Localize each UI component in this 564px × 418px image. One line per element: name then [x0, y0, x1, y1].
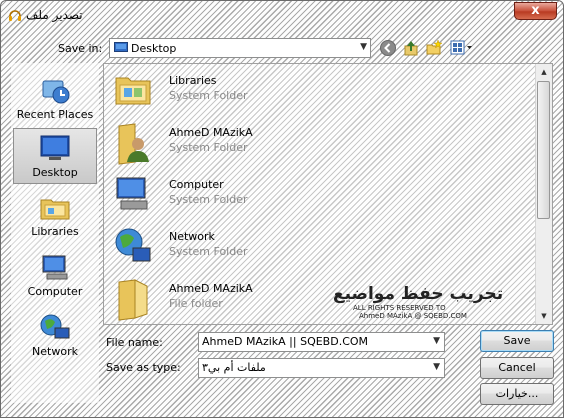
item-name: Libraries [169, 74, 217, 87]
place-label: Desktop [32, 166, 78, 179]
watermark: تجريب حفظ مواضيع ALL RIGHTS RESERVED TO … [333, 284, 508, 324]
chevron-down-icon: ▼ [433, 362, 440, 372]
file-name-combo[interactable]: ▼ [198, 332, 445, 352]
list-item[interactable]: Computer System Folder [110, 172, 530, 222]
chevron-down-icon[interactable]: ▼ [433, 336, 440, 346]
watermark-rights: ALL RIGHTS RESERVED TO [353, 304, 446, 312]
item-type: System Folder [169, 245, 248, 258]
title-bar: تصدير ملف x [1, 1, 563, 29]
item-name: Computer [169, 178, 224, 191]
desktop-icon [40, 135, 70, 160]
libraries-icon [40, 199, 70, 220]
item-type: System Folder [169, 89, 248, 102]
list-item[interactable]: Libraries System Folder [110, 68, 530, 118]
save-in-value: Desktop [131, 42, 177, 55]
recent-places-icon [42, 80, 70, 104]
desktop-icon [114, 42, 128, 52]
place-recent-places[interactable]: Recent Places [13, 71, 97, 127]
place-label: Recent Places [16, 108, 94, 121]
watermark-author: AhmeD MAzikA @ SQEBD.COM [359, 312, 467, 320]
save-as-type-label: Save as type: [106, 361, 181, 374]
item-type: File folder [169, 297, 223, 310]
close-icon: x [531, 3, 540, 18]
save-in-dropdown[interactable]: Desktop ▼ [109, 38, 371, 58]
item-type: System Folder [169, 193, 248, 206]
item-name: AhmeD MAzikA [169, 282, 253, 295]
vertical-scrollbar[interactable]: ▲ ▼ [535, 64, 552, 324]
file-name-input[interactable] [202, 335, 422, 348]
save-dialog: تصدير ملف x Save in: Desktop ▼ Recent Pl… [0, 0, 564, 418]
place-label: Libraries [31, 225, 79, 238]
folder-icon [118, 279, 148, 321]
close-button[interactable]: x [514, 2, 557, 20]
place-label: Computer [27, 285, 83, 298]
place-desktop[interactable]: Desktop [13, 128, 97, 184]
user-folder-icon [118, 123, 149, 165]
item-type: System Folder [169, 141, 248, 154]
new-folder-icon[interactable] [425, 39, 443, 57]
headphones-icon [9, 10, 21, 21]
item-name: Network [169, 230, 215, 243]
scroll-up-icon[interactable]: ▲ [536, 64, 552, 80]
place-label: Network [32, 345, 78, 358]
network-icon [115, 228, 151, 262]
watermark-title: تجريب حفظ مواضيع [333, 284, 504, 304]
views-menu-icon[interactable] [450, 39, 474, 57]
list-item[interactable]: AhmeD MAzikA System Folder [110, 120, 530, 170]
place-network[interactable]: Network [13, 308, 97, 364]
back-icon[interactable] [379, 39, 397, 57]
network-icon [40, 314, 70, 339]
dialog-body: Save in: Desktop ▼ Recent Places Desktop… [8, 30, 558, 413]
chevron-down-icon: ▼ [360, 42, 367, 52]
places-bar: Recent Places Desktop Libraries Computer… [11, 63, 99, 403]
save-in-label: Save in: [58, 42, 103, 55]
options-button[interactable]: خيارات... [480, 383, 554, 405]
save-as-type-value: ملفات أم بي٣ [202, 361, 266, 374]
up-folder-icon[interactable] [402, 39, 420, 57]
window-title: تصدير ملف [26, 8, 83, 22]
cancel-button[interactable]: Cancel [480, 357, 554, 379]
scroll-down-icon[interactable]: ▼ [536, 308, 552, 324]
file-name-label: File name: [106, 336, 163, 349]
computer-icon [116, 177, 148, 210]
scrollbar-thumb[interactable] [537, 81, 550, 219]
place-libraries[interactable]: Libraries [13, 188, 97, 244]
list-item[interactable]: Network System Folder [110, 224, 530, 274]
save-as-type-dropdown[interactable]: ملفات أم بي٣ ▼ [198, 358, 445, 378]
place-computer[interactable]: Computer [13, 248, 97, 304]
save-button[interactable]: Save [480, 330, 554, 352]
computer-icon [42, 255, 68, 280]
item-name: AhmeD MAzikA [169, 126, 253, 139]
libraries-icon [115, 77, 151, 105]
